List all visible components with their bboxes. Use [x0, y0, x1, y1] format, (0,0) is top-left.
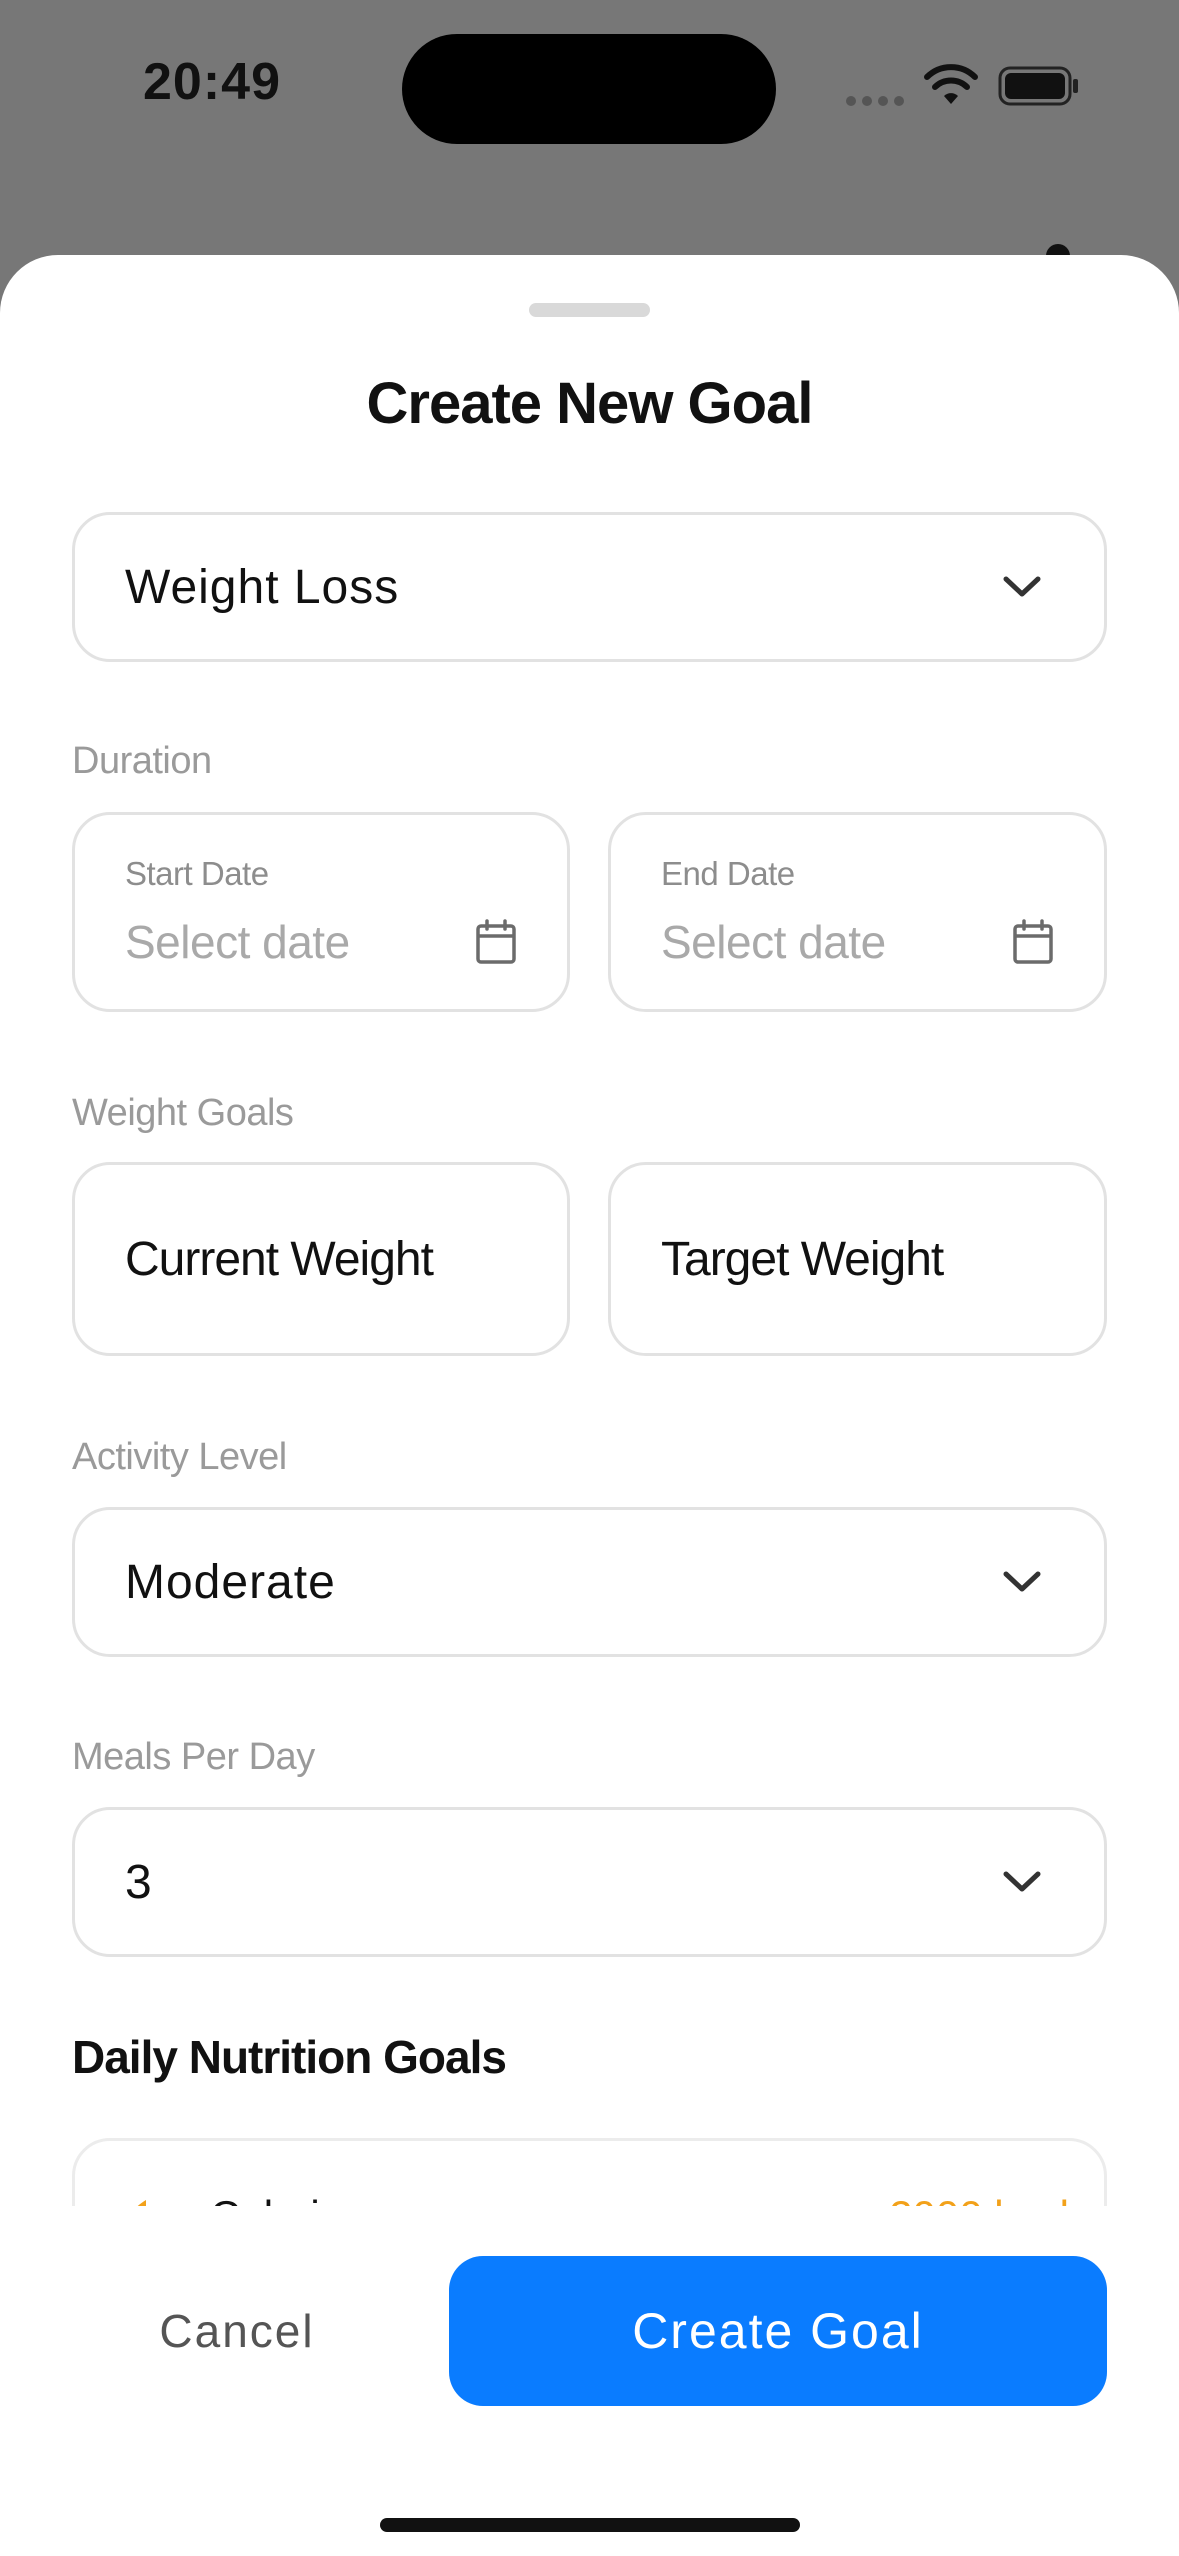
calendar-icon[interactable] — [475, 919, 517, 965]
dynamic-island — [402, 34, 776, 144]
goal-type-value: Weight Loss — [125, 560, 400, 614]
goal-type-select[interactable]: Weight Loss — [72, 512, 1107, 662]
target-weight-field[interactable]: Target Weight — [608, 1162, 1107, 1356]
weight-goals-label: Weight Goals — [72, 1092, 294, 1134]
chevron-down-icon — [1003, 1571, 1041, 1592]
current-weight-field[interactable]: Current Weight — [72, 1162, 570, 1356]
activity-level-value: Moderate — [125, 1555, 336, 1609]
start-date-placeholder: Select date — [125, 916, 350, 968]
activity-level-select[interactable]: Moderate — [72, 1507, 1107, 1657]
battery-icon — [998, 66, 1078, 106]
meals-per-day-value: 3 — [125, 1855, 153, 1909]
meals-per-day-label: Meals Per Day — [72, 1736, 315, 1778]
calendar-icon[interactable] — [1012, 919, 1054, 965]
chevron-down-icon — [1003, 576, 1041, 597]
sheet-title: Create New Goal — [366, 371, 814, 436]
sheet-grabber[interactable] — [529, 303, 650, 317]
status-bar: 20:49 — [0, 0, 1179, 160]
create-goal-button[interactable]: Create Goal — [449, 2256, 1107, 2406]
end-date-label: End Date — [661, 855, 795, 892]
signal-dots-icon — [846, 96, 906, 106]
cancel-button[interactable]: Cancel — [72, 2256, 402, 2406]
meals-per-day-select[interactable]: 3 — [72, 1807, 1107, 1957]
start-date-label: Start Date — [125, 855, 269, 892]
status-time: 20:49 — [143, 53, 281, 111]
end-date-field[interactable]: End Date Select date — [608, 812, 1107, 1012]
chevron-down-icon — [1003, 1871, 1041, 1892]
home-indicator[interactable] — [380, 2518, 800, 2532]
activity-level-label: Activity Level — [72, 1436, 287, 1478]
duration-label: Duration — [72, 740, 212, 782]
end-date-placeholder: Select date — [661, 916, 886, 968]
target-weight-placeholder: Target Weight — [661, 1232, 944, 1286]
wifi-icon — [924, 64, 978, 104]
current-weight-placeholder: Current Weight — [125, 1232, 434, 1286]
nutrition-goals-title: Daily Nutrition Goals — [72, 2031, 507, 2083]
start-date-field[interactable]: Start Date Select date — [72, 812, 570, 1012]
